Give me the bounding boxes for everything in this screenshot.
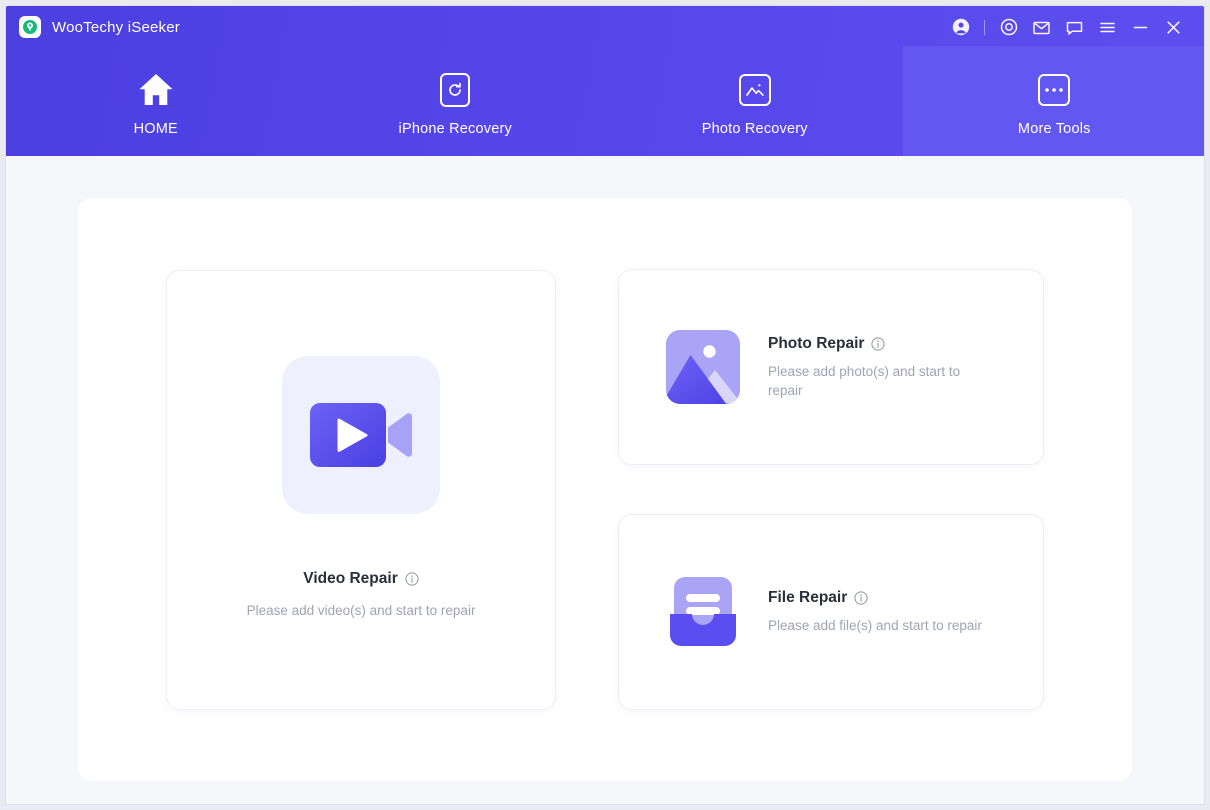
ellipsis-icon <box>1038 69 1070 111</box>
app-title: WooTechy iSeeker <box>52 19 180 36</box>
mail-icon[interactable] <box>1025 12 1058 42</box>
photo-repair-text: Photo Repair Please add photo(s) and sta… <box>768 335 983 400</box>
file-repair-title: File Repair <box>768 589 847 607</box>
card-video-repair[interactable]: Video Repair Please add video(s) and sta… <box>166 270 556 710</box>
video-repair-title: Video Repair <box>303 570 397 588</box>
video-repair-subtitle: Please add video(s) and start to repair <box>247 601 476 620</box>
photo-image-icon <box>665 329 741 405</box>
file-repair-text: File Repair Please add file(s) and start… <box>768 589 982 635</box>
close-icon[interactable] <box>1157 12 1190 42</box>
info-icon[interactable] <box>405 572 419 586</box>
nav-tab-home[interactable]: HOME <box>6 48 306 156</box>
titlebar-separator <box>984 20 985 35</box>
photo-repair-title-row: Photo Repair <box>768 335 983 353</box>
window-controls <box>944 12 1190 42</box>
main-nav: HOME iPhone Recovery <box>6 48 1204 156</box>
nav-tab-more-tools-label: More Tools <box>1018 121 1091 137</box>
tools-panel: Video Repair Please add video(s) and sta… <box>78 198 1132 781</box>
phone-refresh-icon <box>440 69 470 111</box>
info-icon[interactable] <box>871 337 885 351</box>
brand: WooTechy iSeeker <box>19 16 180 38</box>
photo-repair-subtitle: Please add photo(s) and start to repair <box>768 362 983 400</box>
file-repair-subtitle: Please add file(s) and start to repair <box>768 616 982 635</box>
nav-tab-photo-recovery[interactable]: Photo Recovery <box>605 48 905 156</box>
chat-bubble-icon[interactable] <box>1058 12 1091 42</box>
nav-tab-photo-recovery-label: Photo Recovery <box>702 121 808 137</box>
content-area: Video Repair Please add video(s) and sta… <box>6 156 1204 804</box>
app-header: WooTechy iSeeker <box>6 6 1204 156</box>
home-icon <box>136 69 176 111</box>
video-camera-icon <box>282 356 440 514</box>
card-photo-repair[interactable]: Photo Repair Please add photo(s) and sta… <box>618 269 1044 465</box>
video-repair-title-row: Video Repair <box>303 570 418 588</box>
iseeker-logo-icon <box>19 16 41 38</box>
title-bar: WooTechy iSeeker <box>6 6 1204 48</box>
minimize-icon[interactable] <box>1124 12 1157 42</box>
nav-tab-iphone-recovery-label: iPhone Recovery <box>399 121 512 137</box>
target-circle-icon[interactable] <box>992 12 1025 42</box>
file-repair-title-row: File Repair <box>768 589 982 607</box>
nav-tab-home-label: HOME <box>134 121 178 137</box>
hamburger-menu-icon[interactable] <box>1091 12 1124 42</box>
nav-tab-iphone-recovery[interactable]: iPhone Recovery <box>306 48 606 156</box>
info-icon[interactable] <box>854 591 868 605</box>
right-cards-column: Photo Repair Please add photo(s) and sta… <box>618 269 1044 710</box>
account-avatar-icon[interactable] <box>944 12 977 42</box>
photo-repair-title: Photo Repair <box>768 335 864 353</box>
photo-mountain-icon <box>739 69 771 111</box>
application-window: WooTechy iSeeker <box>5 5 1205 805</box>
card-file-repair[interactable]: File Repair Please add file(s) and start… <box>618 514 1044 710</box>
file-tray-icon <box>665 574 741 650</box>
nav-tab-more-tools[interactable]: More Tools <box>905 48 1205 156</box>
